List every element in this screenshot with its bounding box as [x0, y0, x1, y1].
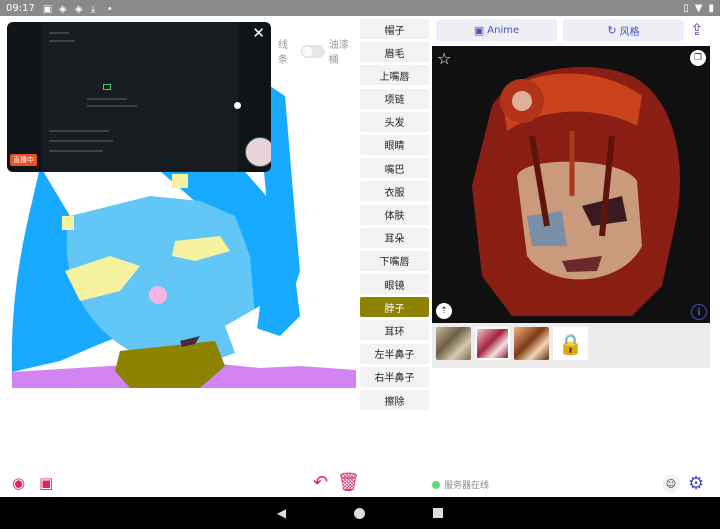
status-time: 09:17 [6, 2, 35, 14]
pip-live-window[interactable]: ✕ 直播中 [7, 22, 271, 172]
anime-button-label: Anime [487, 24, 520, 36]
line-toggle-label: 线条 [278, 40, 288, 66]
dot-icon: • [106, 3, 113, 15]
vibrate-icon: ▯ [683, 2, 689, 14]
refresh-icon: ↻ [607, 23, 617, 37]
server-status: 服务器在线 [432, 478, 489, 491]
copy-icon[interactable]: ❐ [690, 50, 706, 66]
pip-text-line [49, 150, 103, 152]
server-status-label: 服务器在线 [444, 481, 490, 491]
part-button[interactable]: 眼睛 [360, 134, 429, 155]
part-button[interactable]: 项链 [360, 88, 429, 109]
trash-icon[interactable]: 🗑 [337, 472, 360, 493]
upload-icon[interactable]: ⇡ [436, 303, 452, 319]
pip-text-line [49, 140, 113, 142]
status-bar: 09:17 ▣ ◈ ◈ ⤓ • ▯ ▼ ▮ [0, 0, 720, 16]
wifi-icon: ▼ [694, 2, 703, 14]
part-button[interactable]: 耳环 [360, 320, 429, 341]
back-icon[interactable]: ◀ [277, 506, 286, 520]
download-icon: ⤓ [90, 3, 96, 15]
pip-stream-indicator [103, 84, 111, 90]
style-button[interactable]: ↻ 风格 [563, 19, 684, 41]
part-button[interactable]: 耳朵 [360, 227, 429, 248]
pip-text-line [49, 130, 109, 132]
style-button-label: 风格 [619, 26, 640, 38]
generated-anime-image [432, 46, 710, 323]
battery-icon: ▮ [708, 2, 714, 14]
style-thumbnail-selected[interactable] [475, 327, 510, 360]
anime-button[interactable]: ▣ Anime [436, 19, 557, 41]
style-thumbnail[interactable] [514, 327, 549, 360]
result-image[interactable]: ☆ ❐ ⇡ i [432, 46, 710, 323]
image-icon[interactable]: ▣ [39, 474, 53, 492]
paint-bucket-label[interactable]: 油漆桶 [329, 36, 358, 66]
bottom-left-tools: ◉ ▣ [12, 474, 53, 492]
part-button[interactable]: 体肤 [360, 204, 429, 225]
style-thumbnails: 🔒 [432, 323, 710, 368]
part-button[interactable]: 眼镜 [360, 274, 429, 295]
status-notification-icons: ▣ ◈ ◈ ⤓ • [42, 3, 117, 15]
part-button[interactable]: 衣服 [360, 181, 429, 202]
info-icon[interactable]: i [691, 304, 707, 320]
style-thumbnail[interactable] [436, 327, 471, 360]
hair-highlight-shape-2 [62, 216, 74, 230]
pip-text-line [87, 98, 127, 100]
system-nav-bar: ◀ [0, 497, 720, 529]
pip-text-line [49, 32, 69, 34]
part-button[interactable]: 脖子 [360, 297, 429, 318]
app-notification-icon-2: ◈ [74, 3, 83, 15]
user-icon[interactable]: ☺ [662, 475, 680, 493]
recents-icon[interactable] [433, 508, 444, 518]
anime-icon: ▣ [473, 23, 485, 37]
line-toggle-row: 线条 油漆桶 [278, 36, 358, 66]
star-icon[interactable]: ☆ [437, 49, 451, 68]
pip-avatar[interactable] [245, 137, 271, 167]
part-button[interactable]: 眉毛 [360, 42, 429, 63]
part-button[interactable]: 右半鼻子 [360, 366, 429, 387]
share-icon[interactable]: ⇪ [690, 20, 703, 39]
part-button[interactable]: 嘴巴 [360, 158, 429, 179]
part-button[interactable]: 擦除 [360, 390, 429, 410]
hair-highlight-shape [172, 174, 188, 188]
part-button[interactable]: 上嘴唇 [360, 65, 429, 86]
part-button[interactable]: 左半鼻子 [360, 343, 429, 364]
camera-icon[interactable]: ◉ [12, 474, 25, 492]
status-system-icons: ▯ ▼ ▮ [683, 3, 714, 14]
pip-text-line [87, 105, 137, 107]
line-toggle[interactable] [301, 44, 325, 58]
part-selector-list: 帽子眉毛 上嘴唇 项链 头发 眼睛嘴巴 衣服 体肤 耳朵 下嘴唇眼镜 脖子 耳环 左半鼻子 右半鼻子擦除 [360, 19, 429, 413]
pip-dot [234, 102, 241, 109]
top-buttons: ▣ Anime ↻ 风格 [436, 19, 684, 41]
app-notification-icon: ◈ [58, 3, 67, 15]
pip-live-badge: 直播中 [10, 154, 37, 166]
part-button[interactable]: 头发 [360, 111, 429, 132]
gear-icon[interactable]: ⚙ [688, 473, 704, 494]
lock-icon[interactable]: 🔒 [553, 327, 588, 360]
online-indicator [432, 480, 440, 489]
part-button[interactable]: 帽子 [360, 19, 429, 39]
pip-text-line [49, 40, 75, 42]
nose-shape [149, 286, 167, 304]
pip-close-icon[interactable]: ✕ [252, 24, 265, 42]
image-notification-icon: ▣ [42, 3, 53, 15]
part-button[interactable]: 下嘴唇 [360, 250, 429, 271]
undo-icon[interactable]: ↶ [313, 472, 328, 493]
home-icon[interactable] [354, 507, 366, 519]
